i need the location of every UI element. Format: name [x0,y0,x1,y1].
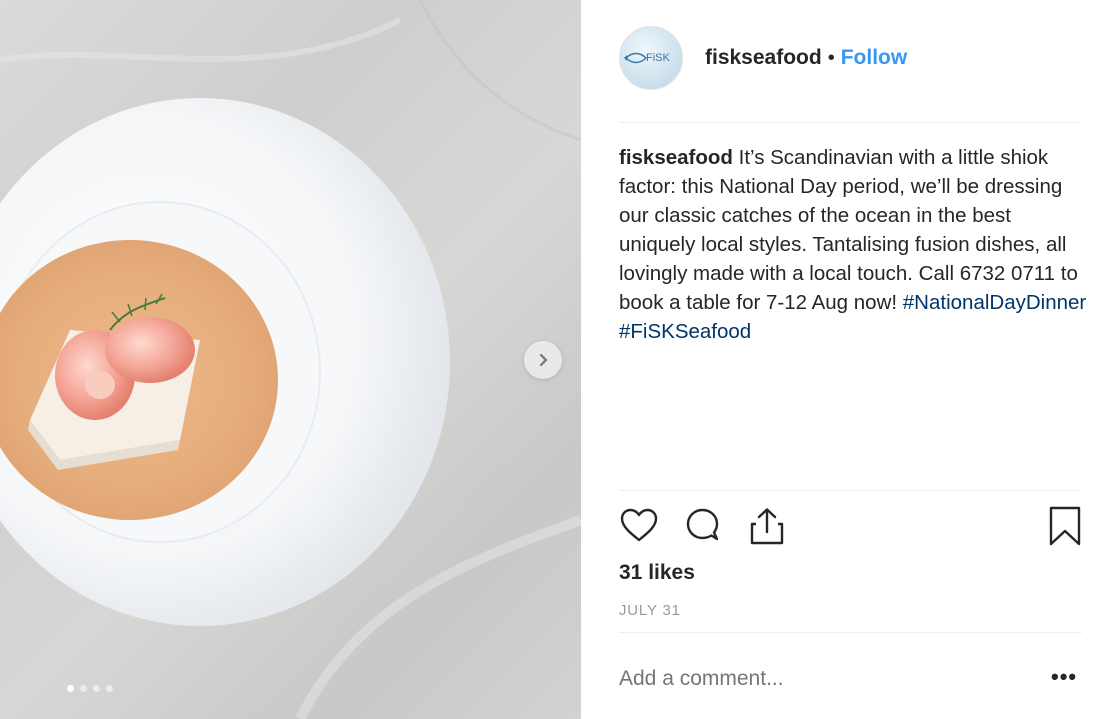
post-media[interactable] [0,0,581,719]
comment-button[interactable] [683,506,723,551]
share-button[interactable] [747,506,787,551]
save-button[interactable] [1047,506,1083,551]
like-button[interactable] [619,506,659,551]
post-date[interactable]: JULY 31 [619,602,681,619]
divider [619,490,1082,491]
hashtag-link[interactable]: #NationalDayDinner [903,291,1086,314]
heart-icon [620,508,658,542]
share-icon [750,508,784,545]
post-username[interactable]: fiskseafood [705,46,822,70]
divider [619,122,1082,123]
divider [619,632,1082,633]
post-caption: fiskseafood It’s Scandinavian with a lit… [619,143,1089,346]
carousel-dot [106,685,113,692]
likes-count[interactable]: 31 likes [619,561,695,585]
bookmark-icon [1049,506,1081,546]
separator-dot: • [827,46,835,69]
avatar[interactable]: FiSK [619,26,683,90]
svg-text:FiSK: FiSK [646,52,671,64]
post-header: FiSK fiskseafood • Follow [619,26,1083,90]
carousel-dot [67,685,74,692]
carousel-dot [93,685,100,692]
comment-icon [686,508,719,541]
fisk-logo: FiSK [624,52,671,64]
carousel-dots [67,685,113,692]
hashtag-link[interactable]: #FiSKSeafood [619,320,751,343]
action-bar [619,506,1083,550]
follow-button[interactable]: Follow [841,46,908,70]
next-slide-button[interactable] [524,341,562,379]
food-photo [0,0,581,719]
caption-username[interactable]: fiskseafood [619,146,733,169]
carousel-dot [80,685,87,692]
chevron-right-icon [539,353,548,367]
more-options-button[interactable]: ••• [1051,664,1077,690]
comment-input[interactable] [619,664,1019,694]
caption-text: It’s Scandinavian with a little shiok fa… [619,146,1078,314]
post-panel: FiSK fiskseafood • Follow fiskseafood It… [581,0,1117,719]
